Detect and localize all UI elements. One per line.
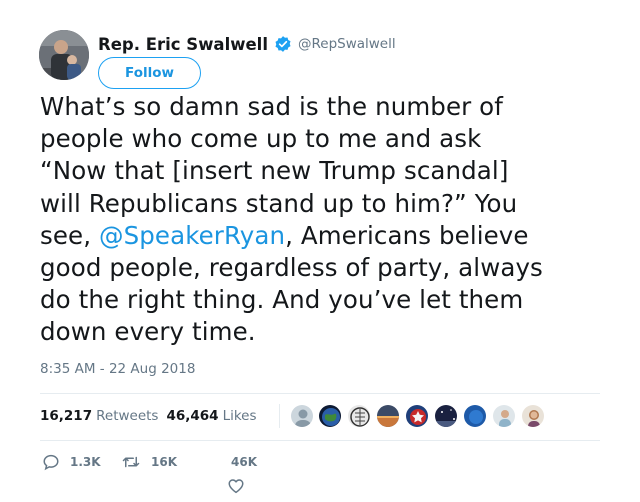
stats-separator [279,404,280,428]
retweet-action[interactable]: 16K [121,453,177,471]
tweet-line: What’s so damn sad is the number of [40,92,503,121]
retweets-stat[interactable]: 16,217 Retweets [40,408,158,424]
tweet-text: What’s so damn sad is the number of peop… [40,91,615,349]
tweet-text-segment: , Americans believe [285,220,529,250]
liker-avatar[interactable] [463,404,487,428]
reply-action[interactable]: 1.3K [42,453,101,471]
tweet-line: will Republicans stand up to him?” You [40,188,518,218]
author-info: Rep. Eric Swalwell @RepSwalwell [98,32,396,56]
tweet-line-with-mention: see, @SpeakerRyan, Americans believe [40,220,615,252]
like-action[interactable] [227,477,245,495]
liker-avatar[interactable] [318,404,342,428]
tweet-line: do the right thing. And you’ve let them [40,285,524,315]
like-count: 46K [231,455,257,469]
retweets-label: Retweets [96,408,159,424]
liker-avatar[interactable] [405,404,429,428]
divider [40,440,600,441]
tweet-stats: 16,217 Retweets 46,464 Likes [40,405,257,427]
liker-avatar[interactable] [290,404,314,428]
author-handle[interactable]: @RepSwalwell [298,36,396,52]
tweet-timestamp[interactable]: 8:35 AM - 22 Aug 2018 [40,361,195,377]
liker-avatar[interactable] [347,404,371,428]
tweet-line: down every time. [40,317,256,347]
likes-stat[interactable]: 46,464 Likes [166,408,256,424]
heart-icon [227,477,245,495]
divider [40,393,600,394]
author-name[interactable]: Rep. Eric Swalwell [98,35,268,54]
verified-badge-icon [274,35,292,53]
likes-count: 46,464 [166,408,219,424]
retweet-count: 16K [151,455,177,469]
liker-avatar[interactable] [492,404,516,428]
tweet-line: people who come up to me and ask [40,124,482,154]
liker-avatar[interactable] [434,404,458,428]
tweet-line: good people, regardless of party, always [40,253,543,283]
liker-avatar[interactable] [521,404,545,428]
mention-link[interactable]: @SpeakerRyan [99,221,285,250]
author-avatar[interactable] [39,30,89,80]
like-count-label: 46K [231,455,257,469]
liker-avatar[interactable] [376,404,400,428]
reply-count: 1.3K [70,455,101,469]
retweets-count: 16,217 [40,408,93,424]
tweet-text-segment: see, [40,220,99,250]
retweet-icon [121,453,141,471]
tweet-card: Rep. Eric Swalwell @RepSwalwell Follow W… [0,0,640,502]
reply-icon [42,453,60,471]
follow-button[interactable]: Follow [98,57,201,89]
tweet-line: “Now that [insert new Trump scandal] [40,156,509,186]
likes-label: Likes [222,408,257,424]
